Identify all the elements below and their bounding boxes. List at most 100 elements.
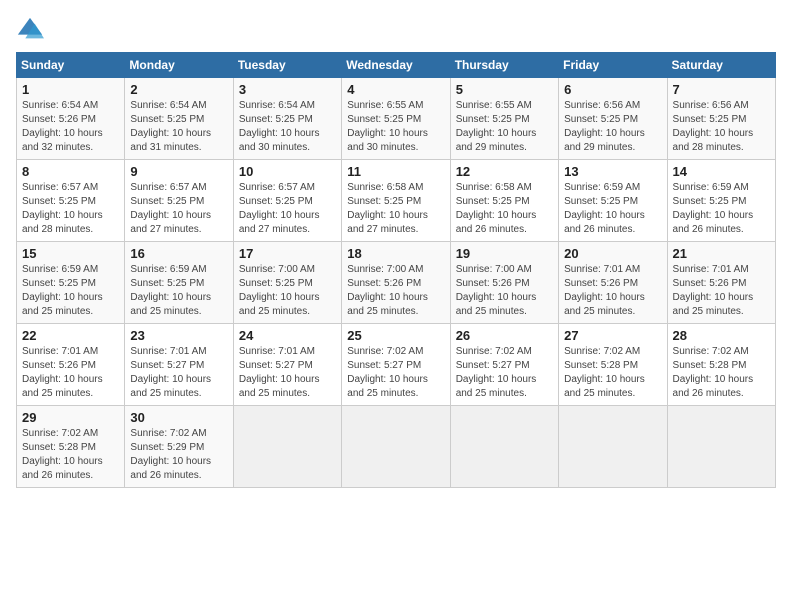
- day-info: Sunrise: 7:02 AMSunset: 5:27 PMDaylight:…: [347, 345, 444, 401]
- day-info: Sunrise: 6:55 AMSunset: 5:25 PMDaylight:…: [347, 99, 444, 155]
- day-number: 15: [22, 246, 119, 261]
- day-info: Sunrise: 6:59 AMSunset: 5:25 PMDaylight:…: [673, 181, 770, 237]
- day-info: Sunrise: 6:57 AMSunset: 5:25 PMDaylight:…: [130, 181, 227, 237]
- calendar-cell: 29Sunrise: 7:02 AMSunset: 5:28 PMDayligh…: [17, 406, 125, 488]
- day-number: 6: [564, 82, 661, 97]
- calendar-cell: 27 Sunrise: 7:02 AMSunset: 5:28 PMDayligh…: [559, 324, 667, 406]
- day-info: Sunrise: 7:02 AMSunset: 5:28 PMDaylight:…: [564, 345, 661, 401]
- calendar-cell: [342, 406, 450, 488]
- calendar-cell: 2 Sunrise: 6:54 AMSunset: 5:25 PMDaylight…: [125, 78, 233, 160]
- day-info: Sunrise: 6:56 AMSunset: 5:25 PMDaylight:…: [673, 99, 770, 155]
- header-row: SundayMondayTuesdayWednesdayThursdayFrid…: [17, 53, 776, 78]
- calendar-cell: 30 Sunrise: 7:02 AMSunset: 5:29 PMDayligh…: [125, 406, 233, 488]
- week-row-1: 1 Sunrise: 6:54 AMSunset: 5:26 PMDaylight…: [17, 78, 776, 160]
- day-info: Sunrise: 6:59 AMSunset: 5:25 PMDaylight:…: [22, 263, 119, 319]
- header-tuesday: Tuesday: [233, 53, 341, 78]
- logo: [16, 16, 48, 44]
- calendar-cell: 21 Sunrise: 7:01 AMSunset: 5:26 PMDayligh…: [667, 242, 775, 324]
- calendar-cell: 18Sunrise: 7:00 AMSunset: 5:26 PMDayligh…: [342, 242, 450, 324]
- day-number: 18: [347, 246, 444, 261]
- day-number: 8: [22, 164, 119, 179]
- day-number: 13: [564, 164, 661, 179]
- day-info: Sunrise: 7:01 AMSunset: 5:26 PMDaylight:…: [564, 263, 661, 319]
- day-info: Sunrise: 7:00 AMSunset: 5:26 PMDaylight:…: [456, 263, 553, 319]
- day-info: Sunrise: 7:02 AMSunset: 5:27 PMDaylight:…: [456, 345, 553, 401]
- day-info: Sunrise: 6:58 AMSunset: 5:25 PMDaylight:…: [456, 181, 553, 237]
- day-number: 25: [347, 328, 444, 343]
- day-number: 7: [673, 82, 770, 97]
- calendar-cell: 5Sunrise: 6:55 AMSunset: 5:25 PMDaylight…: [450, 78, 558, 160]
- week-row-3: 15 Sunrise: 6:59 AMSunset: 5:25 PMDayligh…: [17, 242, 776, 324]
- calendar-cell: 8 Sunrise: 6:57 AMSunset: 5:25 PMDaylight…: [17, 160, 125, 242]
- day-number: 26: [456, 328, 553, 343]
- day-number: 24: [239, 328, 336, 343]
- day-number: 20: [564, 246, 661, 261]
- week-row-2: 8 Sunrise: 6:57 AMSunset: 5:25 PMDaylight…: [17, 160, 776, 242]
- day-number: 22: [22, 328, 119, 343]
- calendar-table: SundayMondayTuesdayWednesdayThursdayFrid…: [16, 52, 776, 488]
- week-row-5: 29Sunrise: 7:02 AMSunset: 5:28 PMDayligh…: [17, 406, 776, 488]
- day-number: 19: [456, 246, 553, 261]
- day-info: Sunrise: 7:01 AMSunset: 5:27 PMDaylight:…: [130, 345, 227, 401]
- day-info: Sunrise: 6:57 AMSunset: 5:25 PMDaylight:…: [239, 181, 336, 237]
- calendar-cell: 10 Sunrise: 6:57 AMSunset: 5:25 PMDayligh…: [233, 160, 341, 242]
- calendar-cell: 12 Sunrise: 6:58 AMSunset: 5:25 PMDayligh…: [450, 160, 558, 242]
- day-info: Sunrise: 7:01 AMSunset: 5:26 PMDaylight:…: [673, 263, 770, 319]
- day-info: Sunrise: 6:54 AMSunset: 5:26 PMDaylight:…: [22, 99, 119, 155]
- header-friday: Friday: [559, 53, 667, 78]
- day-info: Sunrise: 7:02 AMSunset: 5:28 PMDaylight:…: [673, 345, 770, 401]
- day-info: Sunrise: 7:02 AMSunset: 5:29 PMDaylight:…: [130, 427, 227, 483]
- day-number: 2: [130, 82, 227, 97]
- calendar-cell: 1 Sunrise: 6:54 AMSunset: 5:26 PMDaylight…: [17, 78, 125, 160]
- calendar-cell: 3 Sunrise: 6:54 AMSunset: 5:25 PMDaylight…: [233, 78, 341, 160]
- header-saturday: Saturday: [667, 53, 775, 78]
- day-number: 30: [130, 410, 227, 425]
- day-number: 4: [347, 82, 444, 97]
- day-info: Sunrise: 6:54 AMSunset: 5:25 PMDaylight:…: [130, 99, 227, 155]
- day-number: 10: [239, 164, 336, 179]
- week-row-4: 22 Sunrise: 7:01 AMSunset: 5:26 PMDayligh…: [17, 324, 776, 406]
- day-number: 23: [130, 328, 227, 343]
- day-number: 3: [239, 82, 336, 97]
- day-info: Sunrise: 7:00 AMSunset: 5:25 PMDaylight:…: [239, 263, 336, 319]
- header: [16, 16, 776, 44]
- logo-icon: [16, 16, 44, 44]
- day-number: 21: [673, 246, 770, 261]
- day-number: 16: [130, 246, 227, 261]
- calendar-cell: 6 Sunrise: 6:56 AMSunset: 5:25 PMDaylight…: [559, 78, 667, 160]
- calendar-cell: 19 Sunrise: 7:00 AMSunset: 5:26 PMDayligh…: [450, 242, 558, 324]
- header-thursday: Thursday: [450, 53, 558, 78]
- calendar-cell: 20 Sunrise: 7:01 AMSunset: 5:26 PMDayligh…: [559, 242, 667, 324]
- day-number: 28: [673, 328, 770, 343]
- calendar-cell: [559, 406, 667, 488]
- calendar-cell: 14 Sunrise: 6:59 AMSunset: 5:25 PMDayligh…: [667, 160, 775, 242]
- calendar-cell: 26 Sunrise: 7:02 AMSunset: 5:27 PMDayligh…: [450, 324, 558, 406]
- header-wednesday: Wednesday: [342, 53, 450, 78]
- day-info: Sunrise: 6:57 AMSunset: 5:25 PMDaylight:…: [22, 181, 119, 237]
- day-info: Sunrise: 6:58 AMSunset: 5:25 PMDaylight:…: [347, 181, 444, 237]
- day-info: Sunrise: 6:59 AMSunset: 5:25 PMDaylight:…: [564, 181, 661, 237]
- day-info: Sunrise: 6:56 AMSunset: 5:25 PMDaylight:…: [564, 99, 661, 155]
- day-info: Sunrise: 7:02 AMSunset: 5:28 PMDaylight:…: [22, 427, 119, 483]
- day-number: 17: [239, 246, 336, 261]
- day-info: Sunrise: 7:01 AMSunset: 5:27 PMDaylight:…: [239, 345, 336, 401]
- calendar-cell: 15 Sunrise: 6:59 AMSunset: 5:25 PMDayligh…: [17, 242, 125, 324]
- day-info: Sunrise: 6:55 AMSunset: 5:25 PMDaylight:…: [456, 99, 553, 155]
- day-number: 14: [673, 164, 770, 179]
- calendar-cell: 17 Sunrise: 7:00 AMSunset: 5:25 PMDayligh…: [233, 242, 341, 324]
- calendar-cell: 7 Sunrise: 6:56 AMSunset: 5:25 PMDaylight…: [667, 78, 775, 160]
- day-info: Sunrise: 7:01 AMSunset: 5:26 PMDaylight:…: [22, 345, 119, 401]
- calendar-cell: 13 Sunrise: 6:59 AMSunset: 5:25 PMDayligh…: [559, 160, 667, 242]
- day-number: 1: [22, 82, 119, 97]
- header-sunday: Sunday: [17, 53, 125, 78]
- day-info: Sunrise: 6:54 AMSunset: 5:25 PMDaylight:…: [239, 99, 336, 155]
- calendar-cell: 23 Sunrise: 7:01 AMSunset: 5:27 PMDayligh…: [125, 324, 233, 406]
- day-number: 12: [456, 164, 553, 179]
- calendar-cell: 28 Sunrise: 7:02 AMSunset: 5:28 PMDayligh…: [667, 324, 775, 406]
- calendar-cell: 24 Sunrise: 7:01 AMSunset: 5:27 PMDayligh…: [233, 324, 341, 406]
- calendar-cell: 9Sunrise: 6:57 AMSunset: 5:25 PMDaylight…: [125, 160, 233, 242]
- calendar-cell: [667, 406, 775, 488]
- day-info: Sunrise: 6:59 AMSunset: 5:25 PMDaylight:…: [130, 263, 227, 319]
- day-number: 27: [564, 328, 661, 343]
- day-number: 11: [347, 164, 444, 179]
